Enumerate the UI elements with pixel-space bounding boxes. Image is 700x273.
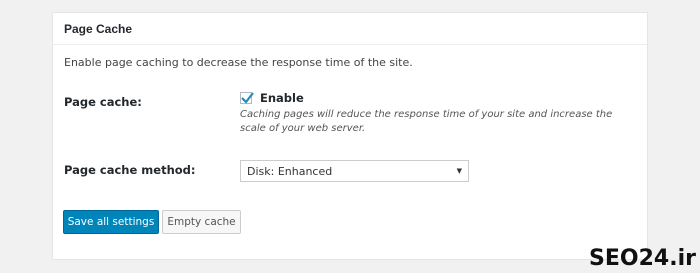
enable-checkbox[interactable] bbox=[240, 92, 254, 104]
enable-checkbox-label: Enable bbox=[260, 91, 304, 105]
page-cache-panel: Page Cache Enable page caching to decrea… bbox=[52, 12, 648, 260]
save-all-settings-button[interactable]: Save all settings bbox=[63, 210, 159, 234]
cache-method-select[interactable]: Disk: Enhanced ▼ bbox=[240, 160, 469, 182]
empty-cache-button[interactable]: Empty cache bbox=[162, 210, 241, 234]
page-cache-label: Page cache: bbox=[64, 95, 142, 109]
enable-checkbox-row[interactable]: Enable bbox=[240, 91, 304, 105]
panel-title: Page Cache bbox=[53, 13, 647, 45]
intro-text: Enable page caching to decrease the resp… bbox=[64, 56, 413, 69]
chevron-down-icon: ▼ bbox=[456, 167, 462, 175]
watermark-logo: SEO24.ir bbox=[589, 246, 696, 271]
cache-method-label: Page cache method: bbox=[64, 163, 196, 177]
checkmark-icon bbox=[241, 92, 254, 104]
cache-method-value: Disk: Enhanced bbox=[247, 164, 333, 178]
page-cache-description: Caching pages will reduce the response t… bbox=[240, 109, 613, 134]
